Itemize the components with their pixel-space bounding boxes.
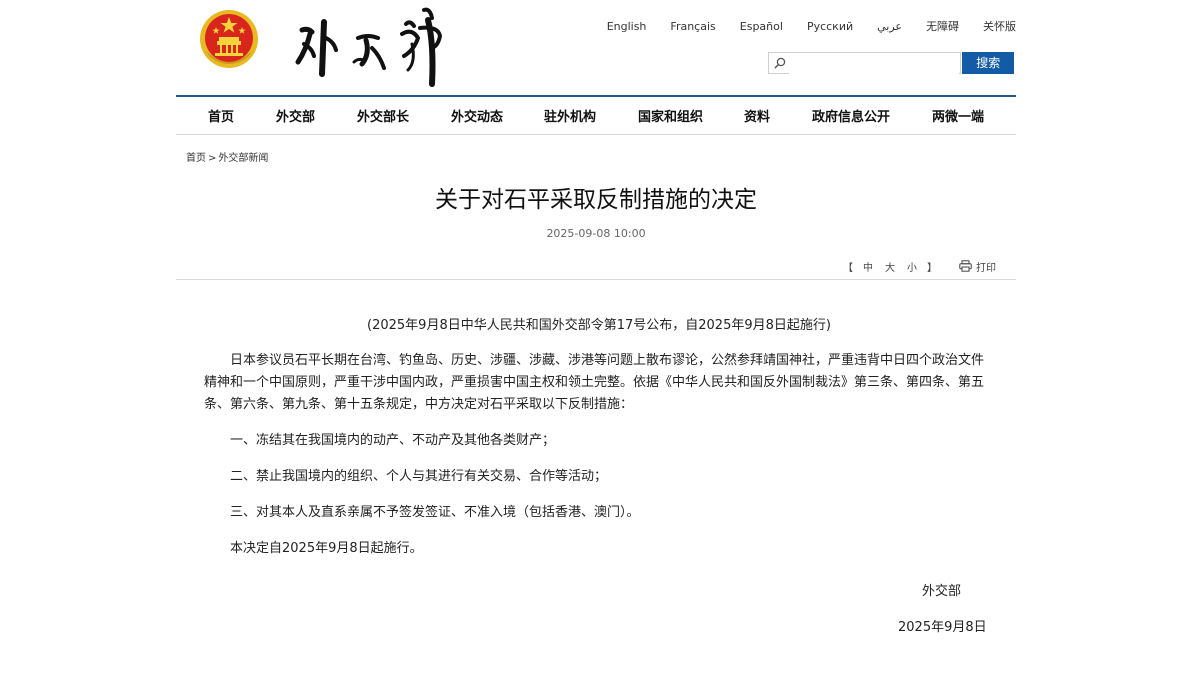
- accessibility-link[interactable]: 无障碍: [926, 19, 959, 35]
- font-size-small-button[interactable]: 小: [907, 259, 917, 274]
- article-paragraph: 本决定自2025年9月8日起施行。: [230, 541, 423, 556]
- nav-item-diplomatic-news[interactable]: 外交动态: [451, 106, 503, 125]
- search-input[interactable]: [789, 55, 959, 74]
- search-icon: [774, 57, 786, 69]
- lang-russian-link[interactable]: Русский: [807, 19, 853, 35]
- nav-item-countries-organizations[interactable]: 国家和组织: [638, 106, 703, 125]
- main-nav: 首页 外交部 外交部长 外交动态 驻外机构 国家和组织 资料 政府信息公开 两微…: [176, 95, 1016, 135]
- signature-date: 2025年9月8日: [898, 620, 987, 635]
- nav-item-home[interactable]: 首页: [208, 106, 234, 125]
- page-wrapper: English Français Español Русский عربي 无障…: [176, 0, 1016, 679]
- breadcrumb: 首页 > 外交部新闻: [186, 149, 268, 164]
- nav-item-ministry[interactable]: 外交部: [276, 106, 315, 125]
- article-paragraph: 一、冻结其在我国境内的动产、不动产及其他各类财产；: [230, 433, 556, 448]
- article-body: (2025年9月8日中华人民共和国外交部令第17号公布，自2025年9月8日起施…: [204, 315, 994, 574]
- publish-date: 2025-09-08 10:00: [546, 227, 646, 240]
- article-subtitle: (2025年9月8日中华人民共和国外交部令第17号公布，自2025年9月8日起施…: [367, 318, 831, 333]
- nav-item-new-media[interactable]: 两微一端: [932, 106, 984, 125]
- printer-icon: [959, 260, 972, 272]
- article-tools: 【 中 大 小 】 打印: [839, 258, 996, 274]
- signature-ministry: 外交部: [922, 584, 962, 599]
- page-title: 关于对石平采取反制措施的决定: [435, 187, 757, 213]
- search-bar: 搜索: [768, 52, 1014, 74]
- breadcrumb-home-link[interactable]: 首页: [186, 153, 206, 164]
- breadcrumb-separator: >: [208, 153, 217, 164]
- article-paragraph: 三、对其本人及直系亲属不予签发签证、不准入境（包括香港、澳门）。: [230, 505, 640, 520]
- font-size-large-button[interactable]: 大: [885, 259, 895, 274]
- nav-item-missions-abroad[interactable]: 驻外机构: [544, 106, 596, 125]
- nav-item-minister[interactable]: 外交部长: [357, 106, 409, 125]
- national-emblem-icon[interactable]: [198, 7, 260, 71]
- elderly-care-version-link[interactable]: 关怀版: [983, 19, 1016, 35]
- nav-item-government-info[interactable]: 政府信息公开: [812, 106, 890, 125]
- lang-french-link[interactable]: Français: [670, 19, 715, 35]
- lang-arabic-link[interactable]: عربي: [877, 19, 902, 35]
- language-bar: English Français Español Русский عربي 无障…: [607, 19, 1016, 35]
- article-paragraph: 二、禁止我国境内的组织、个人与其进行有关交易、合作等活动；: [230, 469, 608, 484]
- search-box: [768, 52, 962, 74]
- nav-item-resources[interactable]: 资料: [744, 106, 770, 125]
- ministry-calligraphy-logo[interactable]: [288, 4, 448, 92]
- print-label: 打印: [976, 262, 996, 274]
- print-button[interactable]: 打印: [959, 259, 996, 274]
- lang-spanish-link[interactable]: Español: [740, 19, 783, 35]
- font-size-bracket-close: 】: [927, 262, 937, 274]
- article-paragraph: 日本参议员石平长期在台湾、钓鱼岛、历史、涉疆、涉藏、涉港等问题上散布谬论，公然参…: [204, 353, 985, 412]
- header-divider: [176, 279, 1016, 280]
- lang-english-link[interactable]: English: [607, 19, 647, 35]
- font-size-bracket-open: 【: [843, 262, 853, 274]
- breadcrumb-current-link[interactable]: 外交部新闻: [218, 153, 268, 164]
- font-size-medium-button[interactable]: 中: [863, 259, 873, 274]
- search-button[interactable]: 搜索: [962, 52, 1014, 74]
